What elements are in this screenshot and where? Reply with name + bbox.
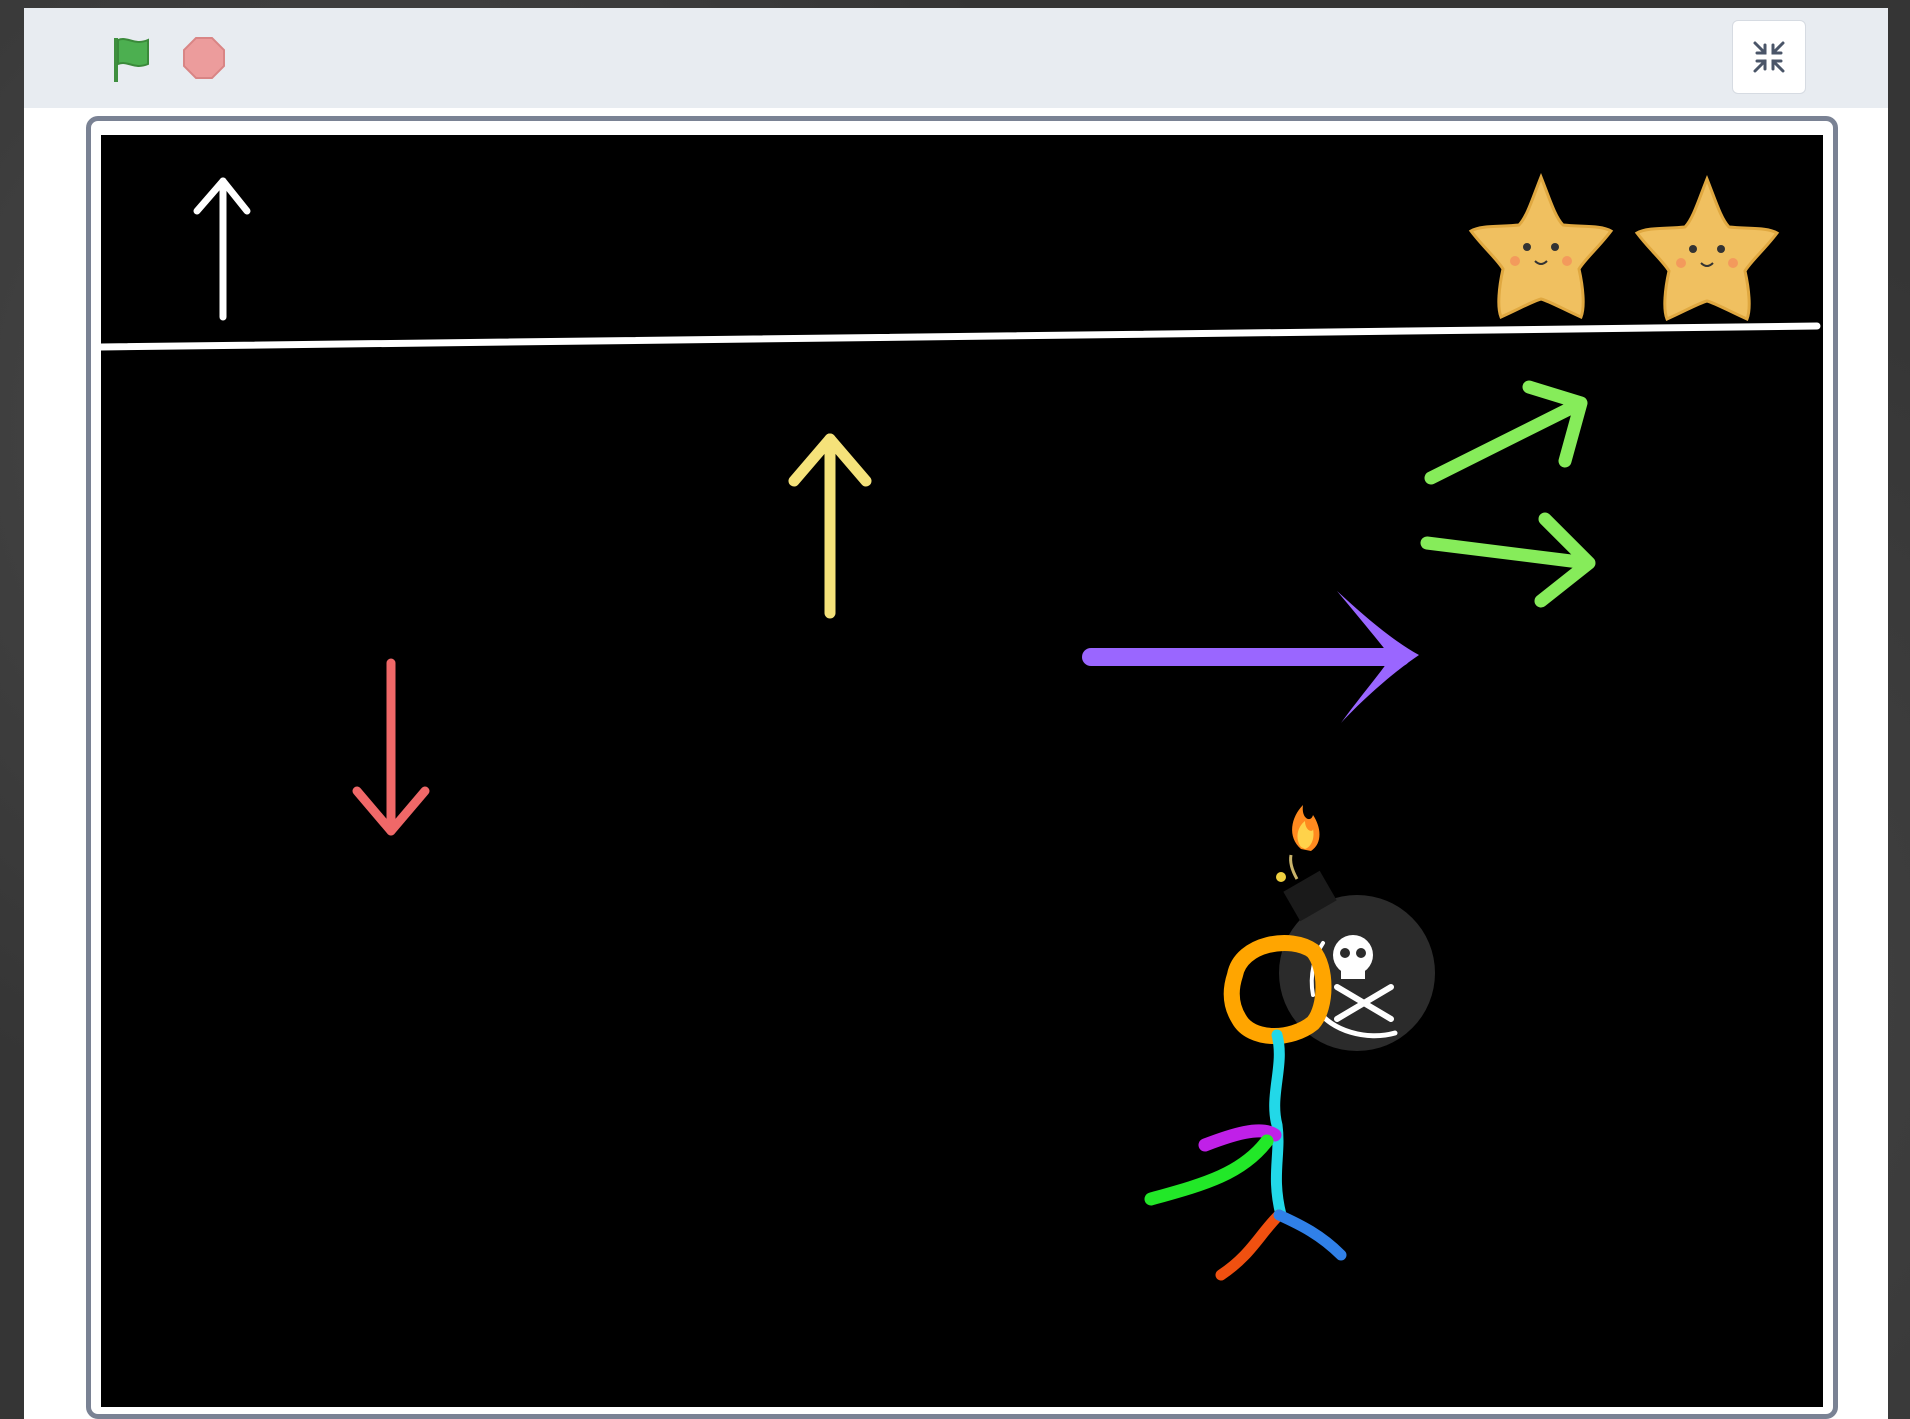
stage-canvas: [101, 172, 1821, 1281]
player-window: [24, 8, 1888, 1419]
red-down-arrow: [352, 658, 430, 836]
game-stage[interactable]: [101, 135, 1823, 1407]
player-toolbar: [24, 8, 1888, 108]
white-up-arrow: [193, 177, 251, 321]
bomb-sprite: [1276, 805, 1435, 1051]
green-up-right-arrow: [1424, 380, 1588, 485]
stage-frame: [86, 116, 1838, 1419]
stop-icon: [183, 37, 225, 79]
divider-line: [101, 322, 1821, 351]
green-flag-icon: [114, 38, 149, 82]
stop-button[interactable]: [176, 32, 232, 88]
exit-fullscreen-icon: [1753, 41, 1785, 73]
yellow-up-arrow: [788, 433, 872, 619]
green-flag-button[interactable]: [104, 32, 160, 88]
star-sprite: [1634, 174, 1780, 322]
purple-right-arrow: [1082, 591, 1419, 723]
star-sprite: [1468, 172, 1614, 320]
exit-fullscreen-button[interactable]: [1732, 20, 1806, 94]
green-right-arrow: [1420, 512, 1596, 608]
